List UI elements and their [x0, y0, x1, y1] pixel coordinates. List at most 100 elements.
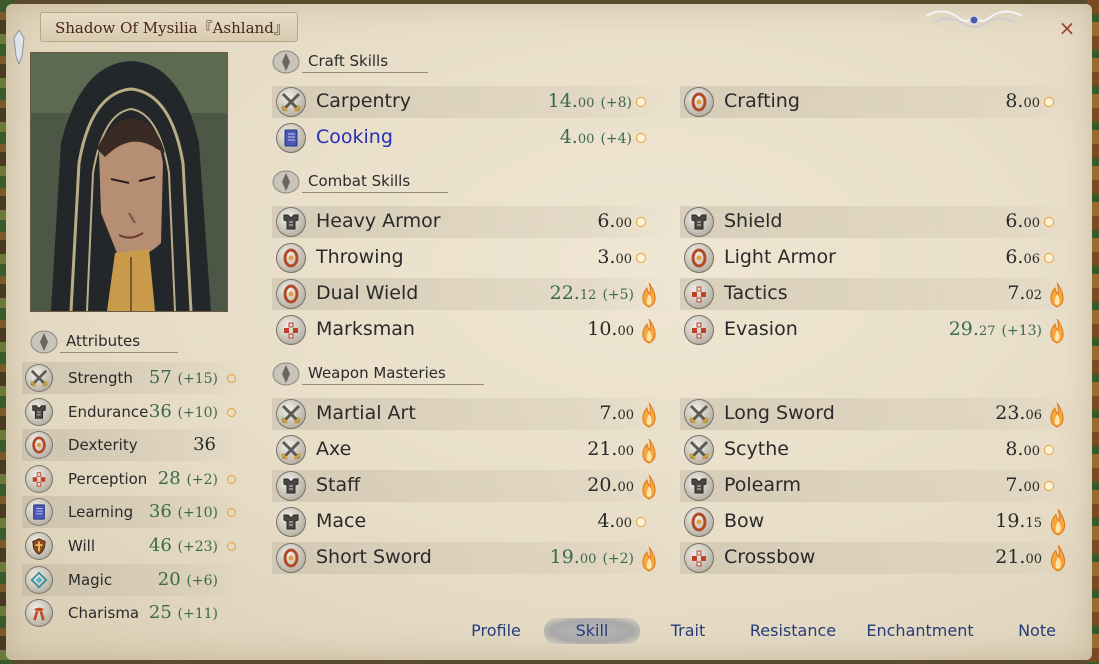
skill-value-decimal: 06 [1025, 408, 1042, 423]
skill-value: 8.00 [1005, 90, 1040, 112]
skill-row-crafting[interactable]: Crafting 8.00 [680, 86, 1082, 118]
skill-value-int: 22. [549, 282, 580, 304]
skill-value: 19.00 (+2) [550, 546, 634, 568]
skill-value-decimal: 00 [577, 132, 595, 147]
skill-value-int: 19. [995, 510, 1026, 532]
skill-name: Crossbow [724, 546, 816, 568]
tab-note[interactable]: Note [1006, 618, 1068, 644]
skill-name: Heavy Armor [316, 210, 441, 232]
attribute-bonus: (+2) [186, 471, 218, 488]
skill-row-polearm[interactable]: Polearm 7.00 [680, 470, 1082, 502]
attribute-base: 36 [148, 501, 172, 523]
skill-value: 8.00 [1005, 438, 1040, 460]
attribute-value: 57 (+15) [149, 367, 218, 388]
skill-row-long-sword[interactable]: Long Sword 23.06 [680, 398, 1082, 430]
skill-name: Polearm [724, 474, 802, 496]
skill-value: 7.00 [599, 402, 634, 424]
skill-row-evasion[interactable]: Evasion 29.27 (+13) [680, 314, 1082, 346]
section-bullet-icon [30, 330, 58, 354]
attribute-name: Perception [68, 469, 148, 488]
flame-icon [638, 474, 660, 500]
tab-resistance[interactable]: Resistance [740, 618, 846, 644]
skill-row-dual-wield[interactable]: Dual Wield 22.12 (+5) [272, 278, 674, 310]
skill-value-int: 10. [587, 318, 618, 340]
pin-icon [13, 30, 25, 64]
skill-value-int: 8. [1005, 438, 1024, 460]
potential-indicator [636, 97, 646, 107]
gauntlet-icon [684, 507, 714, 537]
character-portrait [30, 52, 228, 312]
skill-row-scythe[interactable]: Scythe 8.00 [680, 434, 1082, 466]
skill-row-mace[interactable]: Mace 4.00 [272, 506, 674, 538]
skill-value: 19.15 [995, 510, 1042, 532]
divider [302, 384, 484, 385]
attribute-name: Endurance [68, 402, 149, 421]
divider [302, 192, 448, 193]
skill-row-short-sword[interactable]: Short Sword 19.00 (+2) [272, 542, 674, 574]
attributes-heading-label: Attributes [66, 332, 141, 350]
skill-row-carpentry[interactable]: Carpentry 14.00 (+8) [272, 86, 674, 118]
potential-indicator [227, 508, 236, 518]
attribute-base: 28 [157, 467, 181, 489]
book-icon [25, 498, 53, 527]
ribbon-icon [25, 599, 53, 628]
attribute-name: Charisma [68, 604, 140, 623]
skill-row-martial-art[interactable]: Martial Art 7.00 [272, 398, 674, 430]
skill-name: Evasion [724, 318, 798, 340]
flame-icon [638, 318, 660, 344]
attributes-heading: Attributes [30, 330, 190, 354]
attribute-row-will[interactable]: Will 46 (+23) [22, 530, 242, 562]
portrait-image [31, 53, 227, 311]
skill-value: 6.06 [1005, 246, 1040, 268]
magic-rune-icon [25, 565, 53, 594]
attribute-bonus: (+10) [177, 505, 218, 522]
attribute-row-charisma[interactable]: Charisma 25 (+11) [22, 597, 242, 629]
flame-icon [1046, 508, 1070, 536]
tab-trait[interactable]: Trait [650, 618, 726, 644]
attribute-name: Dexterity [68, 436, 138, 455]
skill-row-shield[interactable]: Shield 6.00 [680, 206, 1082, 238]
tab-enchantment[interactable]: Enchantment [860, 618, 980, 644]
skill-row-tactics[interactable]: Tactics 7.02 [680, 278, 1082, 310]
skill-value-decimal: 15 [1025, 516, 1042, 531]
skill-name: Mace [316, 510, 367, 532]
skill-row-light-armor[interactable]: Light Armor 6.06 [680, 242, 1082, 274]
attribute-row-learning[interactable]: Learning 36 (+10) [22, 496, 242, 529]
attribute-row-dexterity[interactable]: Dexterity 36 [22, 429, 242, 462]
gauntlet-icon [276, 243, 306, 273]
window-title[interactable]: Shadow Of Mysilia『Ashland』 [40, 12, 298, 42]
skill-row-cooking[interactable]: Cooking 4.00 (+4) [272, 122, 674, 154]
skill-row-heavy-armor[interactable]: Heavy Armor 6.00 [272, 206, 674, 238]
skill-name: Carpentry [316, 90, 412, 112]
skill-row-staff[interactable]: Staff 20.00 [272, 470, 674, 502]
skill-row-crossbow[interactable]: Crossbow 21.00 [680, 542, 1082, 574]
skill-name: Cooking [316, 126, 393, 148]
tab-profile[interactable]: Profile [454, 618, 538, 644]
shield-emblem-icon [25, 532, 53, 560]
armor-icon [276, 207, 306, 237]
skill-value-int: 6. [1005, 246, 1024, 268]
attribute-row-magic[interactable]: Magic 20 (+6) [22, 563, 242, 596]
skill-value-int: 21. [995, 546, 1026, 568]
attribute-row-perception[interactable]: Perception 28 (+2) [22, 463, 242, 495]
gauntlet-icon [25, 431, 53, 460]
book-icon [276, 123, 306, 153]
skill-value-decimal: 00 [1023, 444, 1040, 459]
section-bullet-icon [272, 170, 300, 194]
skill-value-int: 14. [547, 90, 578, 112]
attribute-row-endurance[interactable]: Endurance 36 (+10) [22, 396, 242, 428]
armor-icon [684, 207, 714, 237]
skill-row-marksman[interactable]: Marksman 10.00 [272, 314, 674, 346]
attribute-base: 57 [148, 367, 172, 388]
skill-name: Marksman [316, 318, 415, 340]
armor-icon [25, 397, 53, 426]
tab-skill[interactable]: Skill [544, 618, 640, 644]
skill-row-throwing[interactable]: Throwing 3.00 [272, 242, 674, 274]
attribute-value: 28 (+2) [158, 468, 218, 489]
crossed-swords-icon [25, 364, 53, 392]
skill-row-axe[interactable]: Axe 21.00 [272, 434, 674, 466]
attribute-row-strength[interactable]: Strength 57 (+15) [22, 362, 242, 394]
skill-row-bow[interactable]: Bow 19.15 [680, 506, 1082, 538]
close-button[interactable]: × [1057, 18, 1077, 38]
divider [302, 72, 428, 73]
